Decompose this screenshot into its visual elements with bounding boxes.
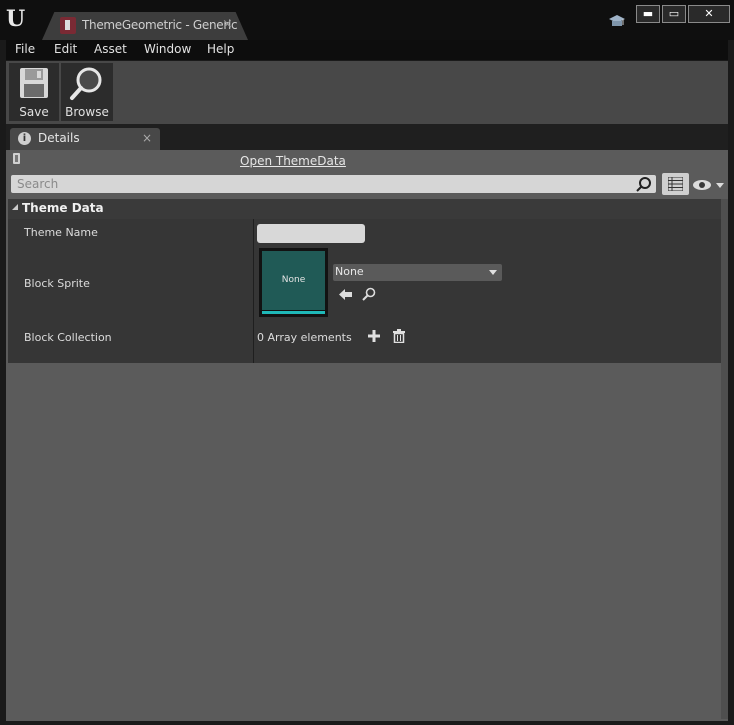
browse-label: Browse <box>65 105 109 119</box>
block-sprite-thumbnail[interactable]: None <box>259 248 328 317</box>
browse-to-asset-icon[interactable] <box>362 287 376 301</box>
search-box[interactable] <box>11 175 656 193</box>
category-label: Theme Data <box>22 201 104 215</box>
save-button[interactable]: Save <box>9 63 59 121</box>
document-tab-close-icon[interactable]: × <box>222 17 233 32</box>
magnifier-icon <box>70 67 102 100</box>
menu-file[interactable]: File <box>15 42 35 56</box>
menu-help[interactable]: Help <box>207 42 234 56</box>
save-label: Save <box>19 105 49 119</box>
menu-asset[interactable]: Asset <box>94 42 127 56</box>
view-options-eye-icon[interactable] <box>692 178 724 192</box>
block-collection-label: Block Collection <box>24 331 112 344</box>
toolbar: Save Browse <box>6 61 728 124</box>
title-bar[interactable]: U ThemeGeometric - Generic × ▬ ▭ ✕ <box>0 0 734 40</box>
tab-details[interactable]: i Details × <box>10 128 160 150</box>
dropdown-arrow-icon <box>489 270 497 275</box>
graduation-cap-icon[interactable] <box>608 13 626 29</box>
theme-name-label: Theme Name <box>24 226 98 239</box>
thumbnail-text: None <box>262 251 325 310</box>
theme-name-field[interactable] <box>257 224 365 243</box>
menu-bar: File Edit Asset Window Help <box>6 40 728 60</box>
data-asset-icon <box>60 17 76 34</box>
minimize-button[interactable]: ▬ <box>636 5 660 23</box>
collapse-arrow-icon[interactable] <box>12 204 18 210</box>
lock-icon[interactable] <box>12 153 21 164</box>
block-sprite-label: Block Sprite <box>24 277 90 290</box>
close-window-button[interactable]: ✕ <box>688 5 730 23</box>
details-tab-close-icon[interactable]: × <box>142 131 152 145</box>
document-tab-title: ThemeGeometric - Generic <box>82 18 238 32</box>
browse-button[interactable]: Browse <box>61 63 113 121</box>
asset-type-color-bar <box>262 311 325 314</box>
list-grid-icon <box>668 177 683 191</box>
editor-window: U ThemeGeometric - Generic × ▬ ▭ ✕ File … <box>0 0 734 725</box>
property-matrix-button[interactable] <box>662 173 689 195</box>
array-elements-count: 0 Array elements <box>257 331 352 344</box>
save-icon <box>20 68 48 98</box>
column-splitter[interactable] <box>253 219 254 363</box>
add-element-icon[interactable] <box>368 330 380 342</box>
details-tab-label: Details <box>38 131 80 145</box>
use-selected-arrow-icon[interactable] <box>339 288 353 301</box>
vertical-scrollbar[interactable] <box>721 199 728 719</box>
asset-picker-value: None <box>335 265 364 278</box>
block-sprite-asset-picker[interactable]: None <box>333 264 502 281</box>
document-tab[interactable]: ThemeGeometric - Generic × <box>42 12 248 40</box>
unreal-logo-icon: U <box>6 6 26 32</box>
property-list: Theme Name Block Sprite None None Block … <box>8 219 725 363</box>
menu-window[interactable]: Window <box>144 42 191 56</box>
maximize-button[interactable]: ▭ <box>662 5 686 23</box>
category-theme-data[interactable]: Theme Data <box>8 199 725 219</box>
details-panel: Open ThemeData Theme Data <box>6 150 728 721</box>
panel-tab-strip: i Details × <box>6 124 728 150</box>
search-icon[interactable] <box>636 176 652 192</box>
menu-edit[interactable]: Edit <box>54 42 77 56</box>
search-input[interactable] <box>11 175 623 193</box>
trash-icon[interactable] <box>393 329 405 343</box>
info-icon: i <box>18 132 31 145</box>
open-themedata-link[interactable]: Open ThemeData <box>240 154 346 168</box>
